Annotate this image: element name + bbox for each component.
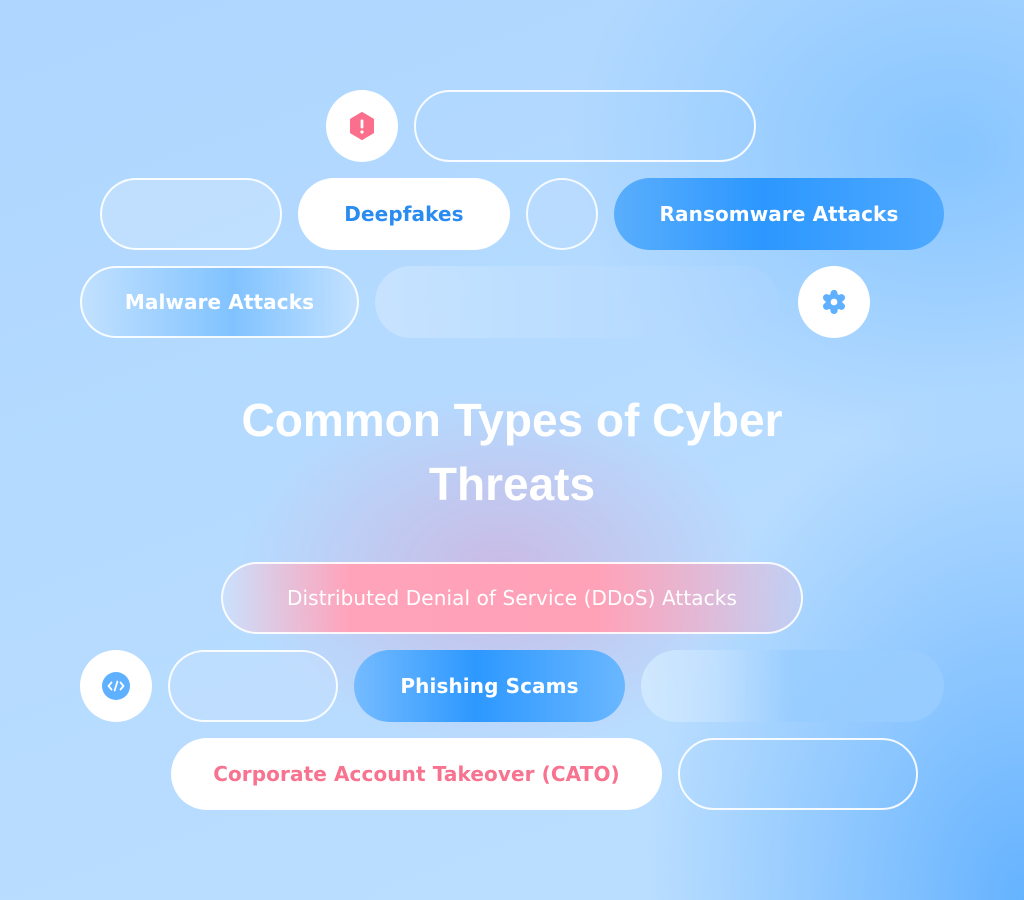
empty-pill-frost [641, 650, 944, 722]
threat-pill-cato: Corporate Account Takeover (CATO) [171, 738, 662, 810]
threat-label: Ransomware Attacks [659, 202, 899, 226]
code-badge [80, 650, 152, 722]
gear-icon [823, 289, 845, 315]
empty-pill-outline [678, 738, 918, 810]
empty-circle [526, 178, 598, 250]
threat-pill-phishing: Phishing Scams [354, 650, 625, 722]
threat-pill-ransomware: Ransomware Attacks [614, 178, 944, 250]
threat-label: Malware Attacks [124, 290, 315, 314]
empty-pill-outline [168, 650, 338, 722]
threat-label: Deepfakes [344, 202, 464, 226]
threat-label: Corporate Account Takeover (CATO) [213, 762, 620, 786]
empty-pill-frost [100, 178, 282, 250]
code-brackets-icon [102, 672, 130, 700]
threat-label: Distributed Denial of Service (DDoS) Att… [287, 586, 737, 610]
threat-pill-ddos: Distributed Denial of Service (DDoS) Att… [221, 562, 803, 634]
threat-pill-deepfakes: Deepfakes [298, 178, 510, 250]
alert-badge [326, 90, 398, 162]
empty-pill-frost [375, 266, 778, 338]
threat-label: Phishing Scams [400, 674, 579, 698]
title-line-2: Threats [428, 458, 596, 510]
title-line-1: Common Types of Cyber [241, 394, 783, 446]
page-title: Common Types of Cyber Threats [0, 388, 1024, 516]
alert-hexagon-icon [350, 112, 374, 140]
settings-badge [798, 266, 870, 338]
empty-pill-outline [414, 90, 756, 162]
threat-pill-malware: Malware Attacks [80, 266, 359, 338]
infographic-canvas: { "title": { "line1": "Common Types of C… [0, 0, 1024, 900]
